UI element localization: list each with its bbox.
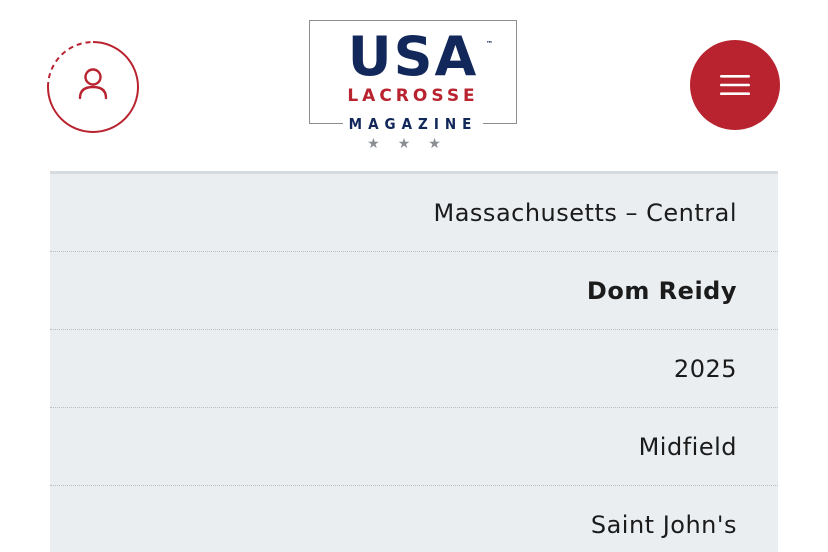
site-header: USA ™ LACROSSE MAGAZINE ★★★ xyxy=(0,0,828,170)
position-value: Midfield xyxy=(638,432,737,461)
usa-lacrosse-magazine-logo[interactable]: USA ™ LACROSSE MAGAZINE ★★★ xyxy=(309,20,519,154)
table-row-school: Saint John's xyxy=(50,486,778,552)
player-name-value: Dom Reidy xyxy=(586,276,737,305)
table-row-class-year: 2025 xyxy=(50,330,778,408)
logo-lacrosse-text: LACROSSE xyxy=(347,86,479,106)
table-row-name: Dom Reidy xyxy=(50,252,778,330)
logo-trademark: ™ xyxy=(486,40,493,48)
logo-magazine-text: MAGAZINE xyxy=(343,114,483,134)
table-row-region: Massachusetts – Central xyxy=(50,174,778,252)
table-row-position: Midfield xyxy=(50,408,778,486)
class-year-value: 2025 xyxy=(673,354,737,383)
user-icon xyxy=(47,41,139,133)
region-value: Massachusetts – Central xyxy=(433,198,737,227)
logo-stars: ★★★ xyxy=(367,136,459,152)
hamburger-icon xyxy=(720,75,750,95)
account-button[interactable] xyxy=(46,40,140,134)
school-value: Saint John's xyxy=(590,510,737,539)
menu-button[interactable] xyxy=(690,40,780,130)
logo-usa-text: USA xyxy=(347,25,479,88)
player-details-table: Massachusetts – Central Dom Reidy 2025 M… xyxy=(50,171,778,552)
